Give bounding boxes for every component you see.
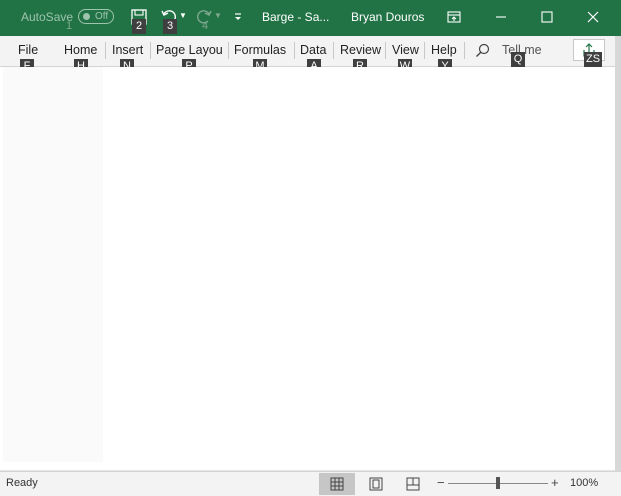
- document-title: Barge - Sa...: [262, 10, 330, 24]
- toggle-knob: [83, 13, 90, 20]
- zoom-level[interactable]: 100%: [570, 477, 598, 489]
- tab-help[interactable]: Help: [431, 43, 457, 57]
- close-icon[interactable]: [584, 8, 602, 26]
- user-name[interactable]: Bryan Douros: [351, 10, 424, 24]
- tab-home[interactable]: Home: [64, 43, 97, 57]
- tab-review[interactable]: Review: [340, 43, 381, 57]
- tab-formulas[interactable]: Formulas: [234, 43, 286, 57]
- zoom-in-button[interactable]: +: [551, 475, 559, 490]
- normal-view-icon: [330, 477, 344, 491]
- ribbon-display-icon[interactable]: [445, 8, 463, 26]
- search-icon[interactable]: [474, 42, 492, 60]
- keytip-tell-me: Q: [511, 52, 525, 67]
- undo-dropdown-icon[interactable]: ▼: [179, 11, 187, 20]
- keytip-undo: 3: [163, 19, 177, 34]
- minimize-icon[interactable]: [492, 8, 510, 26]
- title-bar: AutoSave Off 1 2 ▼ 3 ▼ 4 Barge - Sa... B…: [0, 0, 621, 36]
- window-edge: [615, 36, 621, 496]
- tab-data[interactable]: Data: [300, 43, 326, 57]
- keytip-redo: 4: [201, 20, 209, 32]
- tab-separator: [294, 42, 295, 59]
- tab-insert[interactable]: Insert: [112, 43, 143, 57]
- status-bar: Ready − + 100%: [0, 471, 621, 496]
- tab-separator: [105, 42, 106, 59]
- tab-separator: [150, 42, 151, 59]
- keytip-save: 2: [132, 19, 146, 34]
- tab-view[interactable]: View: [392, 43, 419, 57]
- tab-separator: [424, 42, 425, 59]
- tab-separator: [385, 42, 386, 59]
- page-break-preview-icon: [406, 477, 420, 491]
- tab-separator: [228, 42, 229, 59]
- customize-caret-icon[interactable]: [229, 8, 247, 26]
- autosave-toggle[interactable]: Off: [78, 9, 114, 24]
- status-text: Ready: [6, 477, 38, 489]
- tab-separator: [464, 42, 465, 59]
- normal-view-button[interactable]: [319, 473, 355, 495]
- page-layout-view-icon: [369, 477, 383, 491]
- keytip-share: ZS: [584, 52, 602, 67]
- left-pane: [3, 67, 103, 462]
- workbook-area[interactable]: [0, 67, 615, 470]
- page-layout-view-button[interactable]: [358, 473, 394, 495]
- keytip-autosave: 1: [65, 20, 73, 32]
- tab-separator: [333, 42, 334, 59]
- maximize-icon[interactable]: [538, 8, 556, 26]
- zoom-slider-thumb[interactable]: [496, 477, 500, 489]
- zoom-out-button[interactable]: −: [437, 475, 445, 490]
- tab-page-layout[interactable]: Page Layou: [156, 43, 223, 57]
- page-break-preview-button[interactable]: [395, 473, 431, 495]
- redo-dropdown-icon: ▼: [214, 11, 222, 20]
- tab-file[interactable]: File: [18, 43, 38, 57]
- autosave-state: Off: [95, 11, 109, 22]
